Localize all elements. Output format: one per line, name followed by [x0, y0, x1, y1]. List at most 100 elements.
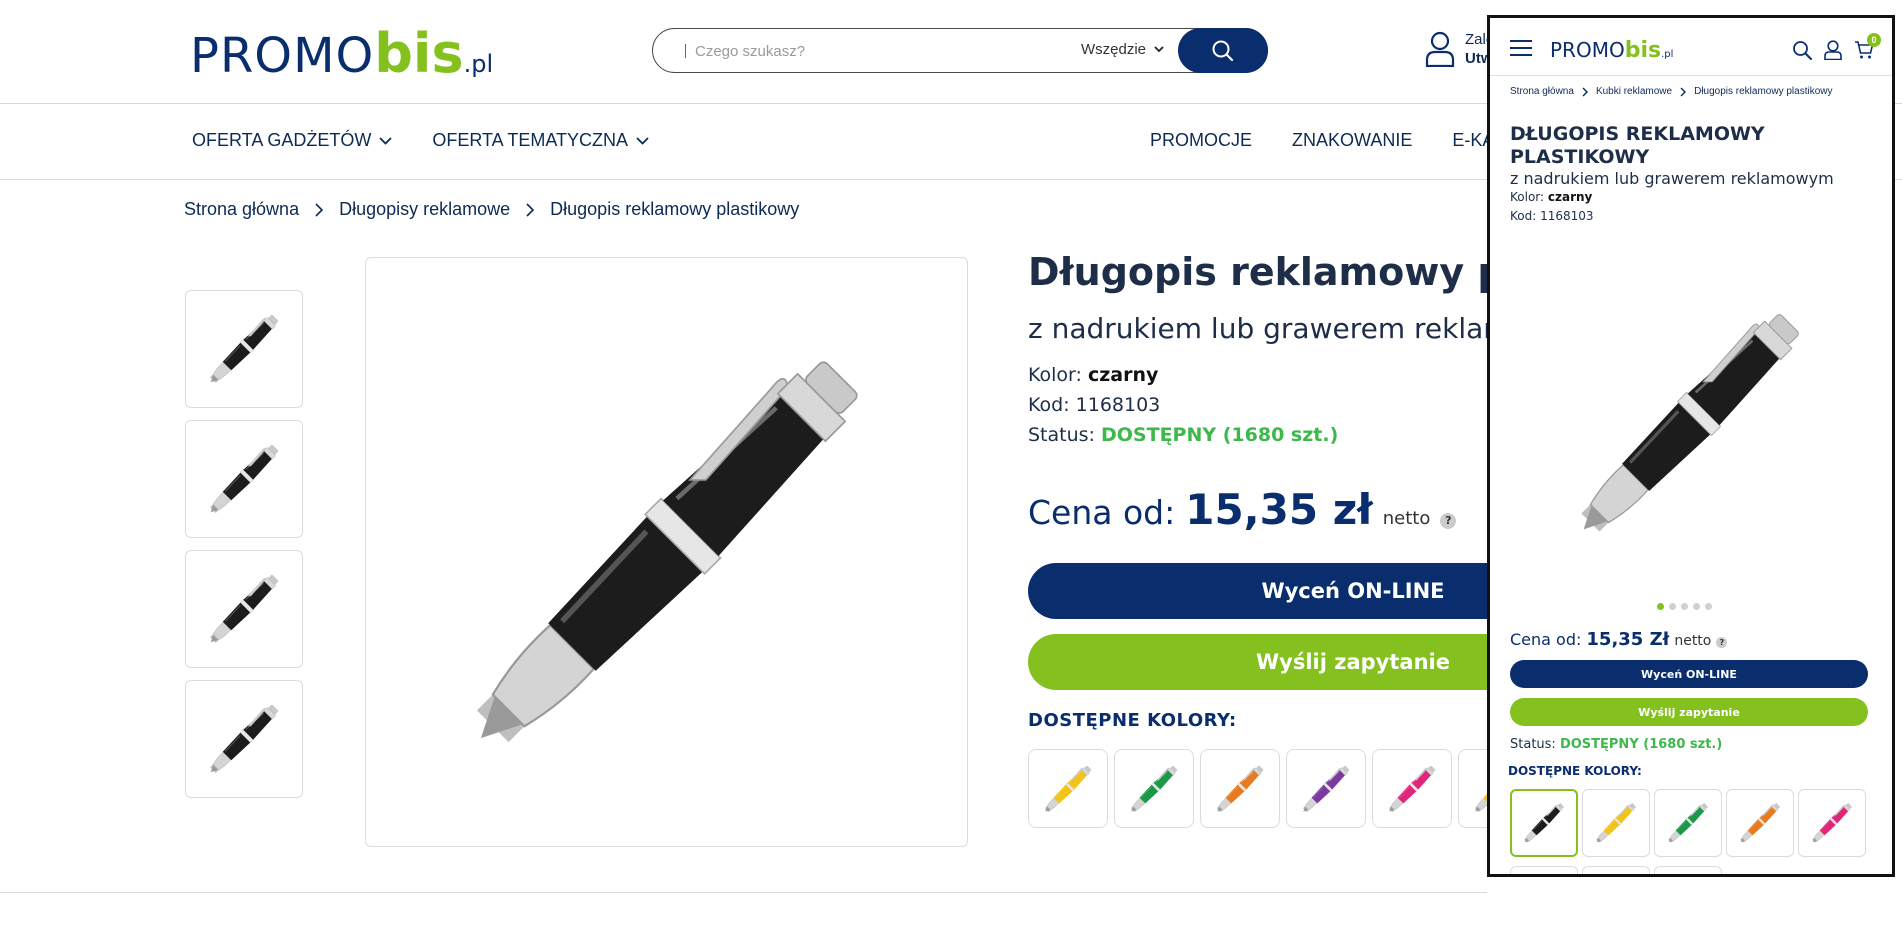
price-label: Cena od: [1028, 493, 1176, 532]
mobile-quote-online-button[interactable]: Wyceń ON-LINE [1510, 660, 1868, 688]
breadcrumb-current[interactable]: Długopis reklamowy plastikowy [1694, 86, 1832, 97]
breadcrumb-home[interactable]: Strona główna [1510, 86, 1574, 97]
account-link[interactable]: Zalo Utw [1425, 30, 1494, 68]
code-label: Kod: [1028, 394, 1070, 416]
color-label: Kolor: [1510, 190, 1545, 204]
main-nav: OFERTA GADŻETÓW OFERTA TEMATYCZNA [192, 130, 649, 151]
search-icon [1212, 40, 1234, 61]
color-swatch[interactable] [1582, 789, 1650, 857]
chevron-right-icon [1582, 87, 1588, 96]
pen-image [210, 314, 279, 383]
mobile-product-color: Kolor: czarny [1510, 190, 1592, 204]
nav-gadgets-label: OFERTA GADŻETÓW [192, 130, 372, 150]
color-swatch[interactable] [1510, 789, 1578, 857]
product-thumbnail[interactable] [185, 550, 303, 668]
breadcrumb-category[interactable]: Długopisy reklamowe [339, 199, 510, 220]
help-icon[interactable]: ? [1716, 637, 1728, 648]
color-swatch[interactable] [1654, 789, 1722, 857]
logo-promo-text: PROMO [190, 28, 375, 84]
search-scope-select[interactable]: Wszędzie [1081, 41, 1164, 58]
price-net-label: netto [1382, 508, 1431, 529]
search-button[interactable] [1178, 28, 1268, 73]
site-logo[interactable]: PROMO bis .pl [190, 22, 493, 85]
status-value: DOSTĘPNY (1680 szt.) [1101, 424, 1339, 446]
price-value: 15,35 Zł [1586, 629, 1670, 650]
color-swatch[interactable] [1200, 749, 1280, 828]
carousel-dot[interactable] [1657, 603, 1664, 610]
mobile-preview: PROMO bis .pl 0 Strona główna Kubki rekl… [1487, 15, 1895, 877]
color-swatch[interactable] [1114, 749, 1194, 828]
product-thumbnail[interactable] [185, 420, 303, 538]
quote-online-label: Wyceń ON-LINE [1261, 579, 1445, 603]
breadcrumb-current[interactable]: Długopis reklamowy plastikowy [550, 199, 799, 220]
pen-image [1581, 314, 1799, 532]
product-subtitle: z nadrukiem lub grawerem reklamo [1028, 312, 1528, 345]
mobile-header: PROMO bis .pl 0 [1490, 18, 1892, 76]
color-swatch[interactable] [1372, 749, 1452, 828]
pen-image [1044, 765, 1092, 812]
search-input[interactable] [683, 38, 1063, 64]
nav-thematic-label: OFERTA TEMATYCZNA [432, 130, 629, 150]
nav-branding[interactable]: ZNAKOWANIE [1292, 130, 1412, 151]
status-label: Status: [1510, 737, 1556, 752]
product-status: Status: DOSTĘPNY (1680 szt.) [1028, 424, 1338, 446]
menu-icon[interactable] [1510, 40, 1532, 61]
user-icon [1425, 31, 1455, 67]
mobile-product-status: Status: DOSTĘPNY (1680 szt.) [1510, 737, 1722, 752]
nav-gadgets-dropdown[interactable]: OFERTA GADŻETÓW [192, 130, 392, 151]
product-color: Kolor: czarny [1028, 364, 1158, 386]
pen-image [1524, 803, 1564, 843]
cart-button[interactable]: 0 [1854, 33, 1881, 65]
product-thumbnail[interactable] [185, 680, 303, 798]
color-swatch[interactable] [1726, 789, 1794, 857]
chevron-down-icon [379, 136, 392, 145]
carousel-dot[interactable] [1693, 603, 1700, 610]
pen-image [210, 574, 279, 643]
chevron-down-icon [636, 136, 649, 145]
nav-thematic-dropdown[interactable]: OFERTA TEMATYCZNA [432, 130, 649, 151]
color-swatch[interactable] [1510, 866, 1578, 874]
carousel-dot[interactable] [1705, 603, 1712, 610]
search-icon[interactable] [1792, 40, 1812, 60]
carousel-dot[interactable] [1669, 603, 1676, 610]
pen-image [210, 704, 279, 773]
image-carousel-dots [1657, 603, 1712, 610]
price-net-label: netto [1674, 633, 1712, 649]
product-thumbnail[interactable] [185, 290, 303, 408]
color-value: czarny [1547, 190, 1593, 204]
available-colors-heading: DOSTĘPNE KOLORY: [1028, 710, 1237, 731]
color-swatch[interactable] [1798, 789, 1866, 857]
help-icon[interactable]: ? [1440, 513, 1457, 529]
text-cursor [685, 44, 686, 58]
mobile-product-subtitle: z nadrukiem lub grawerem reklamowym [1510, 169, 1834, 188]
color-swatch[interactable] [1582, 866, 1650, 874]
color-swatch[interactable] [1028, 749, 1108, 828]
carousel-dot[interactable] [1681, 603, 1688, 610]
breadcrumb-home[interactable]: Strona główna [184, 199, 299, 220]
nav-promotions[interactable]: PROMOCJE [1150, 130, 1252, 151]
code-label: Kod: [1510, 209, 1537, 223]
code-value: 1168103 [1075, 394, 1161, 416]
pen-image [1812, 803, 1852, 843]
user-icon[interactable] [1824, 40, 1842, 60]
mobile-product-image[interactable] [1530, 258, 1850, 588]
mobile-logo[interactable]: PROMO bis .pl [1550, 38, 1673, 63]
color-label: Kolor: [1028, 364, 1082, 386]
code-value: 1168103 [1540, 209, 1594, 223]
pen-image [1216, 765, 1264, 812]
logo-promo-text: PROMO [1550, 38, 1625, 62]
search-bar: Wszędzie [652, 28, 1268, 73]
pen-image [476, 361, 858, 743]
pen-image [1302, 765, 1350, 812]
price-value: 15,35 zł [1185, 485, 1373, 534]
breadcrumb-category[interactable]: Kubki reklamowe [1596, 86, 1672, 97]
status-value: DOSTĘPNY (1680 szt.) [1559, 737, 1723, 752]
mobile-product-code: Kod: 1168103 [1510, 209, 1594, 223]
pen-image [1130, 765, 1178, 812]
pen-image [1388, 765, 1436, 812]
mobile-send-inquiry-button[interactable]: Wyślij zapytanie [1510, 698, 1868, 726]
color-swatch[interactable] [1286, 749, 1366, 828]
color-swatch[interactable] [1654, 866, 1722, 874]
product-main-image[interactable] [365, 257, 968, 847]
search-scope-label: Wszędzie [1081, 41, 1147, 58]
